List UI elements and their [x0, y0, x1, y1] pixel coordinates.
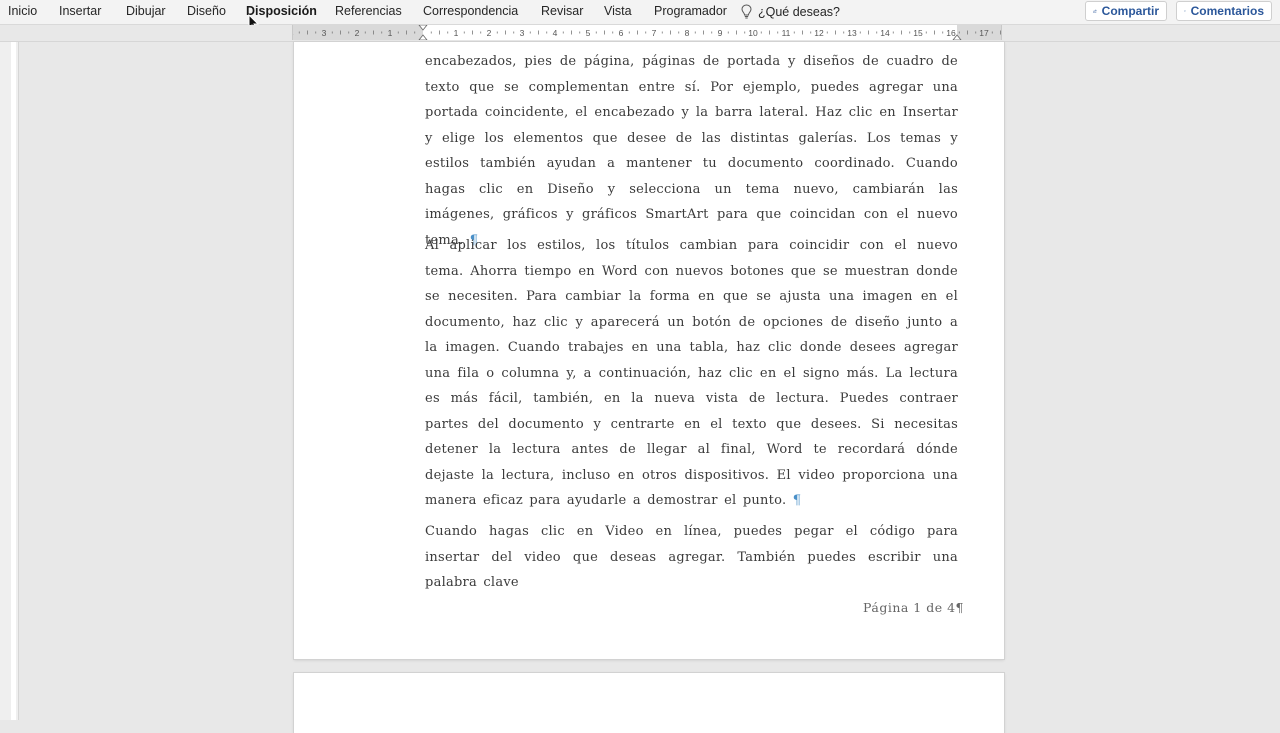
- tell-me-label: ¿Qué deseas?: [758, 4, 840, 19]
- indent-marker-icon[interactable]: [418, 25, 428, 40]
- paragraph-mark: ¶: [792, 493, 802, 508]
- document-page-1[interactable]: encabezados, pies de página, páginas de …: [294, 42, 1004, 659]
- ruler-number: 10: [748, 28, 758, 38]
- horizontal-ruler-row: ⌐ 43211234567891011121314151617: [0, 25, 1280, 63]
- ruler-number: 1: [454, 28, 459, 38]
- document-page-2[interactable]: [294, 673, 1004, 733]
- ruler-number: 3: [520, 28, 525, 38]
- tab-insertar[interactable]: Insertar: [59, 3, 101, 20]
- vertical-ruler: [0, 42, 19, 720]
- lightbulb-icon: [741, 4, 752, 19]
- ruler-number: 16: [946, 28, 956, 38]
- tab-vista[interactable]: Vista: [604, 3, 632, 20]
- body-paragraph-3[interactable]: Cuando hagas clic en Video en línea, pue…: [425, 519, 958, 596]
- tab-programador[interactable]: Programador: [654, 3, 727, 20]
- ruler-number: 9: [718, 28, 723, 38]
- ruler-number: 13: [847, 28, 857, 38]
- body-paragraph-1[interactable]: encabezados, pies de página, páginas de …: [425, 49, 958, 253]
- horizontal-ruler[interactable]: 43211234567891011121314151617: [292, 25, 1002, 40]
- ruler-number: 11: [782, 28, 791, 38]
- ruler-number: 5: [586, 28, 591, 38]
- ruler-number: 14: [880, 28, 890, 38]
- comments-label: Comentarios: [1190, 4, 1264, 18]
- ruler-ticks: 43211234567891011121314151617: [293, 25, 1001, 40]
- comment-icon: [1184, 10, 1186, 12]
- share-button[interactable]: Compartir: [1085, 1, 1167, 21]
- ruler-number: 2: [487, 28, 492, 38]
- ruler-number: 15: [913, 28, 923, 38]
- ruler-number: 4: [293, 28, 294, 38]
- share-label: Compartir: [1101, 4, 1159, 18]
- page-number-footer: Página 1 de 4¶: [863, 600, 964, 615]
- ruler-number: 4: [553, 28, 558, 38]
- ruler-number: 12: [814, 28, 824, 38]
- ruler-number: 2: [355, 28, 360, 38]
- tab-diseno[interactable]: Diseño: [187, 3, 226, 20]
- ruler-number: 7: [652, 28, 657, 38]
- ruler-number: 17: [979, 28, 989, 38]
- tab-referencias[interactable]: Referencias: [335, 3, 402, 20]
- comments-button[interactable]: Comentarios: [1176, 1, 1272, 21]
- ruler-number: 1: [388, 28, 393, 38]
- body-paragraph-2[interactable]: Al aplicar los estilos, los títulos camb…: [425, 233, 958, 514]
- ruler-number: 6: [619, 28, 624, 38]
- tab-inicio[interactable]: Inicio: [8, 3, 37, 20]
- share-icon: [1093, 9, 1097, 13]
- ruler-number: 8: [685, 28, 690, 38]
- ruler-number: 3: [322, 28, 327, 38]
- tab-revisar[interactable]: Revisar: [541, 3, 583, 20]
- ribbon-tab-bar: Inicio Insertar Dibujar Diseño Disposici…: [0, 0, 1280, 32]
- tab-correspondencia[interactable]: Correspondencia: [423, 3, 518, 20]
- tab-dibujar[interactable]: Dibujar: [126, 3, 166, 20]
- tell-me-box[interactable]: ¿Qué deseas?: [741, 2, 840, 21]
